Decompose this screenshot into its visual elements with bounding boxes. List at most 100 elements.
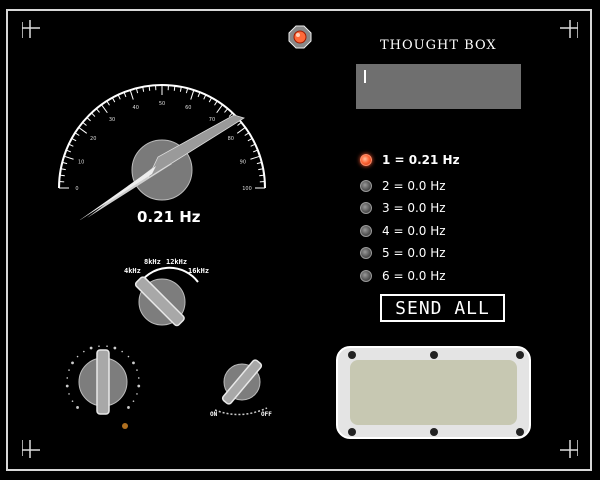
meter-tick bbox=[236, 127, 246, 134]
meter-tick bbox=[86, 117, 91, 122]
meter-tick bbox=[74, 132, 80, 136]
screw bbox=[430, 351, 438, 359]
tuning-scale-mark bbox=[136, 393, 138, 395]
meter-tick bbox=[208, 97, 213, 103]
range-label-4khz: 4kHz bbox=[124, 267, 141, 275]
corner-bracket-top-left bbox=[22, 20, 40, 38]
channel-row[interactable]: 5 = 0.0 Hz bbox=[360, 244, 446, 262]
meter-tick bbox=[173, 85, 176, 91]
channel-led-indicator bbox=[360, 202, 372, 214]
channel-label: 2 = 0.0 Hz bbox=[382, 179, 446, 193]
meter-tick bbox=[214, 100, 218, 106]
tuning-scale-mark bbox=[132, 400, 135, 402]
meter-tick bbox=[190, 89, 195, 100]
tuning-knob[interactable] bbox=[55, 340, 155, 435]
meter-tick bbox=[259, 174, 265, 177]
corner-bracket-top-right bbox=[560, 20, 578, 38]
meter-scale-label: 70 bbox=[209, 117, 215, 123]
power-switch-label-on: ON bbox=[210, 411, 218, 418]
tuning-scale-mark bbox=[65, 384, 69, 388]
display-screen bbox=[350, 360, 517, 425]
channel-row[interactable]: 4 = 0.0 Hz bbox=[360, 222, 446, 240]
tuning-scale-mark bbox=[76, 406, 79, 409]
tuning-scale-mark bbox=[121, 350, 123, 353]
tuning-scale-mark bbox=[137, 377, 140, 379]
meter-scale-label: 20 bbox=[90, 136, 96, 142]
meter-tick bbox=[247, 137, 253, 142]
meter-tick bbox=[111, 97, 116, 103]
channel-label: 4 = 0.0 Hz bbox=[382, 224, 446, 238]
send-all-button[interactable]: SEND ALL bbox=[380, 294, 505, 322]
channel-row[interactable]: 2 = 0.0 Hz bbox=[360, 177, 446, 195]
meter-tick bbox=[71, 137, 77, 142]
meter-scale-label: 40 bbox=[133, 105, 139, 111]
meter-scale-label: 10 bbox=[78, 160, 84, 166]
meter-scale-label: 0 bbox=[75, 186, 78, 192]
tuning-knob-grip bbox=[96, 349, 110, 415]
meter-tick bbox=[106, 100, 110, 106]
meter-tick bbox=[117, 94, 121, 100]
screw bbox=[516, 351, 524, 359]
corner-bracket-bottom-right bbox=[560, 440, 578, 458]
tuning-scale-mark bbox=[137, 384, 141, 388]
meter-tick bbox=[148, 85, 151, 91]
power-switch-label-off: OFF bbox=[261, 411, 272, 418]
tuning-scale-mark bbox=[89, 346, 93, 350]
meter-tick bbox=[63, 155, 74, 160]
meter-scale-label: 30 bbox=[109, 117, 115, 123]
meter-tick bbox=[101, 104, 108, 114]
channel-label: 3 = 0.0 Hz bbox=[382, 201, 446, 215]
channel-row[interactable]: 6 = 0.0 Hz bbox=[360, 267, 446, 285]
power-switch-knob[interactable]: ON OFF bbox=[205, 350, 285, 425]
meter-scale-label: 60 bbox=[185, 105, 191, 111]
channel-label: 1 = 0.21 Hz bbox=[382, 153, 460, 167]
channel-row[interactable]: 3 = 0.0 Hz bbox=[360, 199, 446, 217]
meter-scale-label: 50 bbox=[159, 101, 165, 107]
tuning-scale-mark bbox=[76, 355, 79, 358]
meter-tick bbox=[82, 121, 87, 126]
tuning-scale-mark bbox=[71, 400, 74, 402]
screw bbox=[516, 428, 524, 436]
meter-tick bbox=[250, 143, 256, 147]
range-label-8khz: 8kHz bbox=[144, 258, 161, 266]
tuning-scale-mark bbox=[68, 393, 70, 395]
tuning-scale-mark bbox=[83, 350, 85, 353]
meter-tick bbox=[59, 174, 65, 177]
channel-led-indicator bbox=[360, 270, 372, 282]
text-cursor bbox=[364, 70, 366, 83]
screw bbox=[348, 351, 356, 359]
channel-led-indicator bbox=[360, 180, 372, 192]
thought-input[interactable] bbox=[356, 64, 521, 109]
power-indicator-lamp bbox=[288, 25, 312, 49]
power-switch-arc bbox=[214, 407, 268, 416]
tuning-scale-mark bbox=[127, 406, 130, 409]
meter-tick bbox=[129, 89, 134, 100]
range-label-12khz: 12kHz bbox=[166, 258, 187, 266]
meter-tick bbox=[244, 132, 250, 136]
frequency-meter: 0 10 20 30 40 50 60 70 80 90 100 bbox=[58, 84, 266, 220]
channel-led-indicator bbox=[360, 247, 372, 259]
meter-tick bbox=[216, 104, 223, 114]
channel-label: 5 = 0.0 Hz bbox=[382, 246, 446, 260]
display-bezel bbox=[336, 346, 531, 439]
meter-scale-label: 90 bbox=[240, 160, 246, 166]
tuning-scale-mark bbox=[136, 369, 138, 371]
range-selector-knob[interactable]: 4kHz 8kHz 12kHz 16kHz bbox=[110, 250, 230, 340]
meter-tick bbox=[78, 127, 88, 134]
control-panel: THOUGHT BOX 0 10 20 30 40 50 60 70 80 90 100 0.21 … bbox=[0, 0, 600, 480]
screw bbox=[348, 428, 356, 436]
range-label-16khz: 16kHz bbox=[188, 267, 209, 275]
channel-label: 6 = 0.0 Hz bbox=[382, 269, 446, 283]
channel-row[interactable]: 1 = 0.21 Hz bbox=[360, 151, 460, 169]
meter-tick bbox=[224, 108, 229, 113]
channel-led-indicator bbox=[360, 154, 372, 166]
meter-tick bbox=[250, 155, 261, 160]
tuning-scale-mark bbox=[113, 346, 117, 350]
tuning-scale-mark bbox=[127, 355, 130, 358]
tuning-scale-mark bbox=[68, 369, 70, 371]
meter-tick bbox=[68, 143, 74, 147]
screw bbox=[430, 428, 438, 436]
meter-tick bbox=[91, 112, 96, 117]
corner-bracket-bottom-left bbox=[22, 440, 40, 458]
tuning-scale-mark bbox=[106, 345, 108, 348]
